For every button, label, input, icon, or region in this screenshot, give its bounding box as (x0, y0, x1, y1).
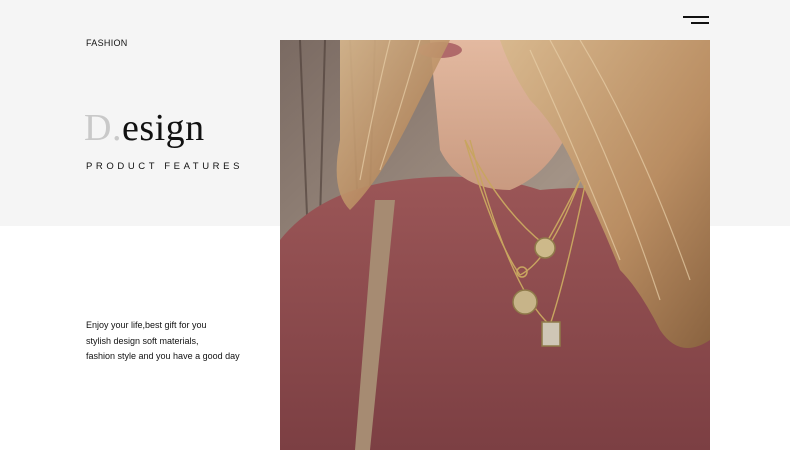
description-line-3: fashion style and you have a good day (86, 351, 240, 361)
coin-pendant-1 (534, 237, 556, 259)
title-rest: esign (121, 107, 205, 149)
hamburger-menu-icon[interactable] (683, 16, 709, 26)
page-title: D.esign (84, 106, 205, 150)
coin-pendant-2 (512, 289, 538, 315)
category-label: FASHION (86, 38, 128, 48)
menu-line-bottom (691, 22, 709, 24)
description-line-1: Enjoy your life,best gift for you (86, 320, 207, 330)
tag-pendant (541, 321, 561, 347)
description-line-2: stylish design soft materials, (86, 335, 199, 346)
page-subtitle: PRODUCT FEATURES (86, 161, 244, 172)
product-description: Enjoy your life,best gift for you stylis… (86, 318, 276, 365)
title-initial: D. (84, 107, 122, 149)
menu-line-top (683, 16, 709, 18)
hero-photo (280, 40, 710, 450)
hero-photo-illustration (280, 40, 710, 450)
